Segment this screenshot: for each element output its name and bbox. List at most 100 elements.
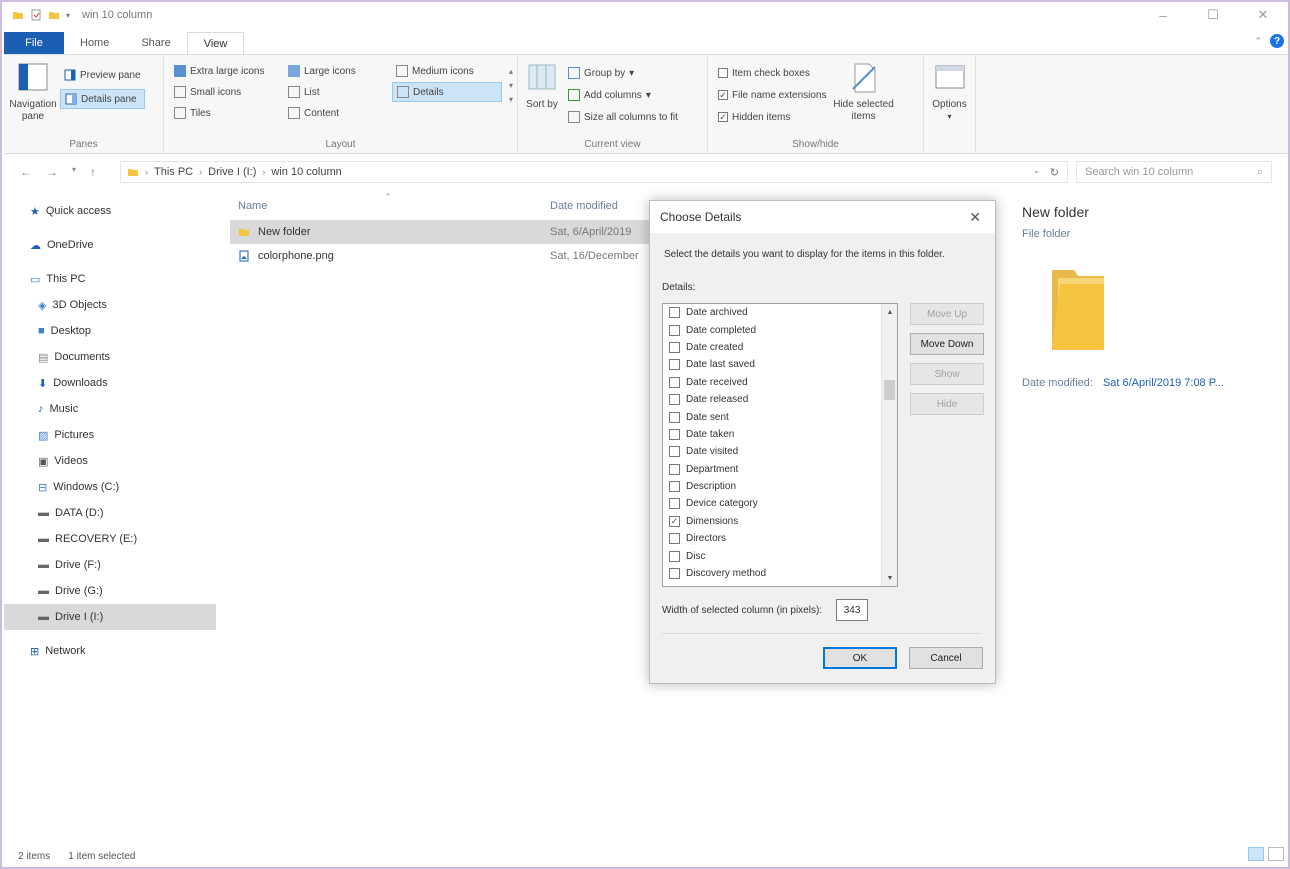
move-down-button[interactable]: Move Down [910, 333, 984, 355]
nav-drive-i[interactable]: ▬ Drive I (I:) [4, 604, 216, 630]
file-name-extensions-toggle[interactable]: ✓ File name extensions [714, 85, 831, 105]
add-columns-button[interactable]: Add columns ▾ [564, 85, 682, 105]
navigation-pane-button[interactable]: Navigation pane [9, 61, 57, 123]
hidden-items-toggle[interactable]: ✓ Hidden items [714, 107, 831, 127]
detail-item-date-visited[interactable]: Date visited [663, 443, 897, 460]
options-button[interactable]: Options ▾ [930, 61, 969, 123]
layout-medium-icons[interactable]: Medium icons [392, 61, 502, 81]
layout-content[interactable]: Content [284, 103, 390, 123]
checkbox[interactable] [669, 533, 680, 545]
scroll-up-icon[interactable]: ▲ [882, 304, 897, 320]
chevron-up-icon[interactable]: ⌃ [1254, 36, 1262, 47]
checkbox-checked[interactable]: ✓ [669, 515, 680, 527]
recent-dropdown-icon[interactable]: ▾ [72, 165, 76, 179]
sort-by-button[interactable]: Sort by [524, 61, 560, 127]
nav-documents[interactable]: ▤ Documents [4, 344, 216, 370]
detail-item-date-sent[interactable]: Date sent [663, 408, 897, 425]
scroll-thumb[interactable] [884, 380, 895, 400]
refresh-icon[interactable]: ↻ [1050, 166, 1059, 179]
nav-videos[interactable]: ▣ Videos [4, 448, 216, 474]
detail-item-date-received[interactable]: Date received [663, 374, 897, 391]
file-row-colorphone[interactable]: colorphone.png Sat, 16/December [230, 244, 650, 268]
checkbox[interactable] [669, 411, 680, 423]
checkbox[interactable] [669, 341, 680, 353]
minimize-icon[interactable]: – [1138, 2, 1188, 28]
detail-item-device-category[interactable]: Device category [663, 495, 897, 512]
nav-recovery-e[interactable]: ▬ RECOVERY (E:) [4, 526, 216, 552]
nav-quick-access[interactable]: ★ Quick access [4, 198, 216, 224]
checkbox[interactable] [669, 324, 680, 336]
layout-scroll-icon[interactable]: ▴ ▾ ▾ [509, 65, 513, 107]
layout-list[interactable]: List [284, 82, 390, 102]
nav-network[interactable]: ⊞ Network [4, 638, 216, 664]
breadcrumb-current-folder[interactable]: win 10 column [271, 166, 341, 178]
hide-selected-items-button[interactable]: Hide selected items [831, 61, 897, 127]
move-up-button[interactable]: Move Up [910, 303, 984, 325]
back-icon[interactable]: ← [20, 165, 32, 179]
checkbox[interactable] [669, 568, 680, 580]
item-check-boxes-toggle[interactable]: Item check boxes [714, 63, 831, 83]
tab-share[interactable]: Share [125, 32, 186, 54]
detail-item-date-last-saved[interactable]: Date last saved [663, 356, 897, 373]
address-bar[interactable]: › This PC › Drive I (I:) › win 10 column… [120, 161, 1068, 183]
detail-item-department[interactable]: Department [663, 461, 897, 478]
detail-item-date-created[interactable]: Date created [663, 339, 897, 356]
up-icon[interactable]: ↑ [90, 165, 96, 179]
detail-item-date-released[interactable]: Date released [663, 391, 897, 408]
size-all-columns-button[interactable]: Size all columns to fit [564, 107, 682, 127]
layout-extra-large-icons[interactable]: Extra large icons [170, 61, 282, 81]
nav-data-d[interactable]: ▬ DATA (D:) [4, 500, 216, 526]
tab-view[interactable]: View [186, 32, 245, 54]
checkbox[interactable] [669, 463, 680, 475]
ok-button[interactable]: OK [823, 647, 897, 669]
search-input[interactable]: Search win 10 column [1085, 166, 1193, 178]
tab-home[interactable]: Home [64, 32, 125, 54]
search-box[interactable]: Search win 10 column ⌕ [1076, 161, 1272, 183]
detail-item-date-archived[interactable]: Date archived [663, 304, 897, 321]
scroll-down-icon[interactable]: ▼ [882, 570, 897, 586]
close-icon[interactable]: ✕ [969, 209, 981, 226]
detail-item-date-taken[interactable]: Date taken [663, 426, 897, 443]
nav-this-pc[interactable]: ▭ This PC [4, 266, 216, 292]
detail-item-discovery-method[interactable]: Discovery method [663, 565, 897, 582]
cancel-button[interactable]: Cancel [909, 647, 983, 669]
checkbox[interactable] [669, 376, 680, 388]
column-name[interactable]: Name [230, 200, 550, 212]
preview-pane-button[interactable]: Preview pane [60, 65, 145, 85]
maximize-icon[interactable]: ☐ [1188, 2, 1238, 28]
listbox-scrollbar[interactable]: ▲ ▼ [881, 304, 897, 586]
breadcrumb-drive-i[interactable]: Drive I (I:) [208, 166, 256, 178]
group-by-button[interactable]: Group by ▾ [564, 63, 682, 83]
checkbox[interactable] [669, 446, 680, 458]
nav-windows-c[interactable]: ⊟ Windows (C:) [4, 474, 216, 500]
detail-item-directors[interactable]: Directors [663, 530, 897, 547]
checkbox[interactable] [669, 307, 680, 319]
layout-small-icons[interactable]: Small icons [170, 82, 282, 102]
details-pane-button[interactable]: Details pane [60, 89, 145, 109]
large-icons-view-icon[interactable] [1268, 847, 1284, 861]
hide-button[interactable]: Hide [910, 393, 984, 415]
checkbox[interactable] [669, 359, 680, 371]
layout-details[interactable]: Details [392, 82, 502, 102]
properties-icon[interactable] [30, 9, 42, 21]
nav-drive-f[interactable]: ▬ Drive (F:) [4, 552, 216, 578]
nav-drive-g[interactable]: ▬ Drive (G:) [4, 578, 216, 604]
detail-item-date-completed[interactable]: Date completed [663, 321, 897, 338]
checkbox[interactable] [669, 481, 680, 493]
help-icon[interactable]: ? [1270, 34, 1284, 48]
nav-desktop[interactable]: ■ Desktop [4, 318, 216, 344]
nav-onedrive[interactable]: ☁ OneDrive [4, 232, 216, 258]
nav-3d-objects[interactable]: ◈ 3D Objects [4, 292, 216, 318]
nav-pictures[interactable]: ▨ Pictures [4, 422, 216, 448]
show-button[interactable]: Show [910, 363, 984, 385]
column-date-modified[interactable]: Date modified [550, 200, 618, 212]
file-row-new-folder[interactable]: New folder Sat, 6/April/2019 [230, 220, 650, 244]
tab-file[interactable]: File [4, 32, 64, 54]
column-width-input[interactable]: 343 [836, 599, 869, 621]
layout-large-icons[interactable]: Large icons [284, 61, 390, 81]
nav-music[interactable]: ♪ Music [4, 396, 216, 422]
detail-item-dimensions[interactable]: ✓ Dimensions [663, 513, 897, 530]
nav-downloads[interactable]: ⬇ Downloads [4, 370, 216, 396]
detail-item-disc[interactable]: Disc [663, 547, 897, 564]
detail-item-description[interactable]: Description [663, 478, 897, 495]
